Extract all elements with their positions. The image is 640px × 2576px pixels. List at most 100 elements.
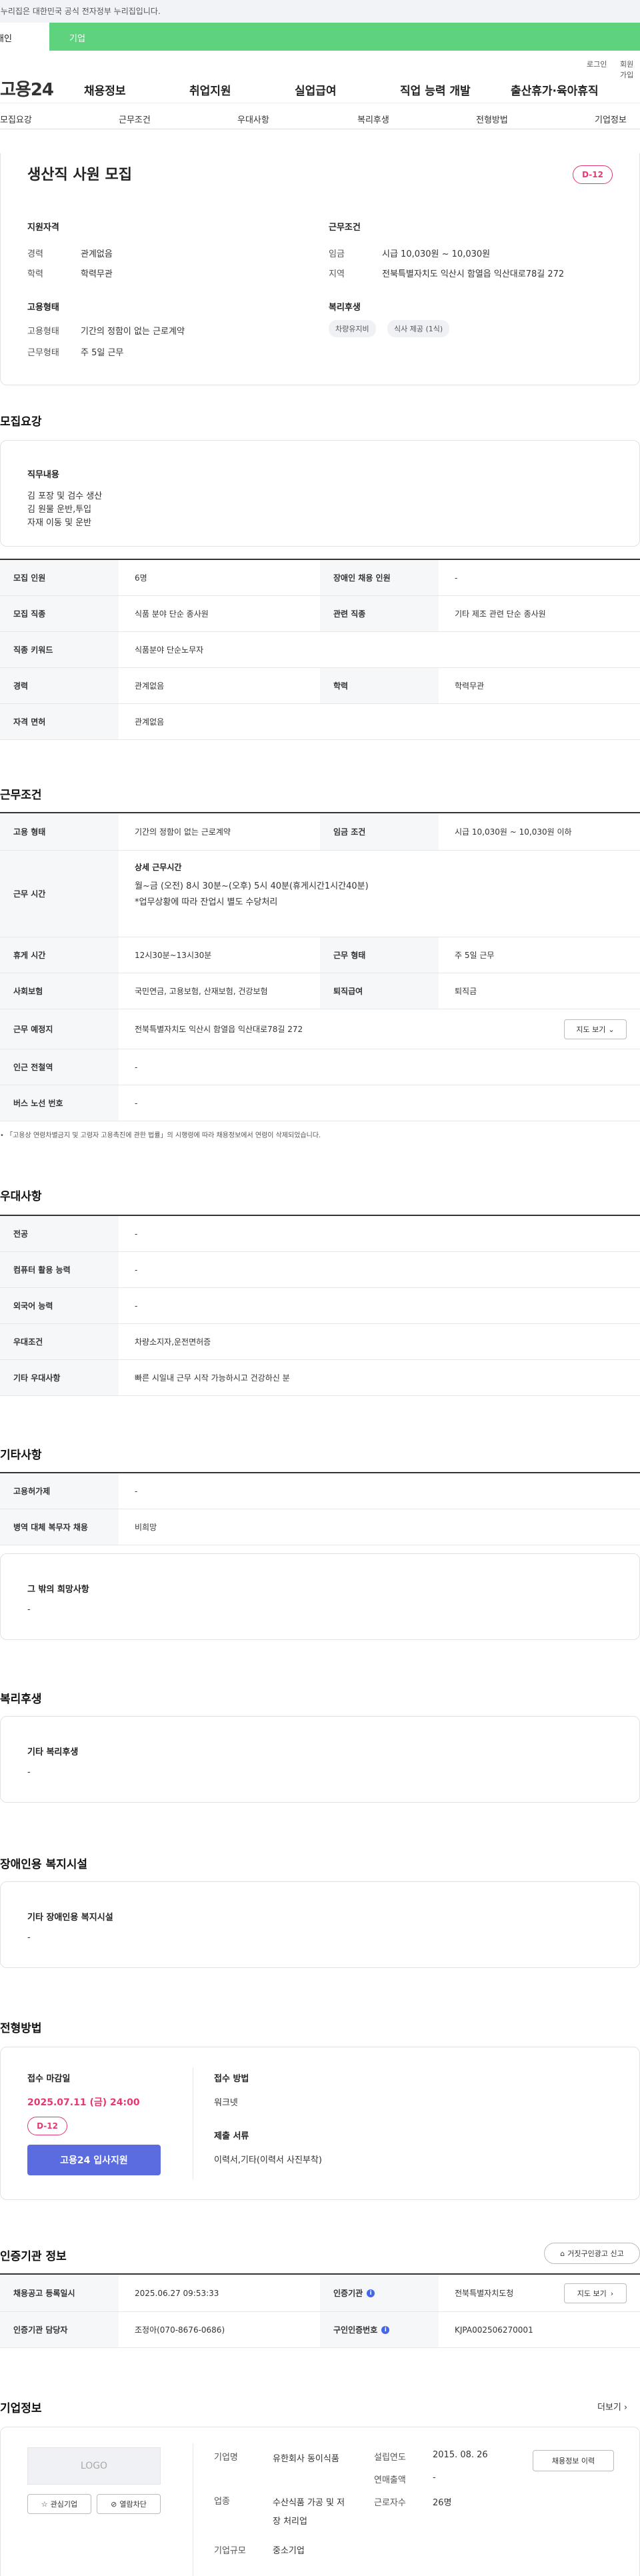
table-row: 자격 면허 관계없음: [0, 704, 640, 740]
snb-item-welfare[interactable]: 복리후생: [357, 113, 389, 125]
gnb-item-jobs[interactable]: 채용정보: [84, 81, 126, 98]
gnb-item-skills[interactable]: 직업 능력 개발: [400, 81, 471, 98]
wage-value: 시급 10,030원 ~ 10,030원: [382, 249, 491, 259]
row-value: 기간의 정함이 없는 근로계약: [135, 827, 231, 837]
table-row: 근무 시간 상세 근무시간 월~금 (오전) 8시 30분~(오후) 5시 40…: [0, 851, 640, 937]
job-history-button[interactable]: 채용정보 이력: [533, 2450, 614, 2471]
method-value: 워크넷: [214, 2098, 238, 2108]
table-row: 전공 -: [0, 1216, 640, 1252]
company-biz-label: 업종: [214, 2497, 230, 2507]
apply-button[interactable]: 고용24 입사지원: [27, 2145, 161, 2175]
row-key: 외국어 능력: [0, 1288, 119, 1323]
row-value: 퇴직금: [455, 987, 477, 996]
snb-item-company[interactable]: 기업정보: [595, 113, 627, 125]
company-logo-text: LOGO: [80, 2461, 108, 2471]
table-row: 병역 대체 복무자 채용 비희망: [0, 1509, 640, 1545]
snb-item-recruit[interactable]: 모집요강: [0, 113, 32, 125]
company-card: LOGO ☆ 관심기업 ⊘ 열람차단 기업명 유한회사 동이식품 업종 수산식품 가…: [0, 2427, 640, 2576]
summary-card: 생산직 사원 모집 D-12 지원자격 경력 관계없음 학력 학력무관 고용형태…: [0, 153, 640, 385]
row-key: 임금 조건: [320, 813, 439, 850]
pref-heading: 우대사항: [0, 1190, 42, 1203]
table-row: 고용허가제 -: [0, 1473, 640, 1509]
block-view-button[interactable]: ⊘ 열람차단: [97, 2494, 161, 2514]
more-link[interactable]: 더보기 ›: [597, 2400, 627, 2413]
duty-title: 직무내용: [27, 470, 59, 480]
docs-value: 이력서,기타(이력서 사진부착): [214, 2155, 322, 2165]
row-key: 구인인증번호 i: [320, 2312, 439, 2347]
work-heading: 근무조건: [0, 789, 42, 802]
row-value: 차량소지자,운전면허증: [135, 1337, 211, 1347]
row-key: 모집 직종: [0, 596, 119, 631]
block-view-label: 열람차단: [119, 2500, 147, 2509]
table-row: 컴퓨터 활용 능력 -: [0, 1252, 640, 1288]
row-value: 학력무관: [455, 681, 485, 691]
gnb-item-leave[interactable]: 출산휴가·육아휴직: [511, 81, 599, 98]
company-sales-label: 연매출액: [374, 2475, 406, 2485]
row-key: 근무 예정지: [0, 1009, 119, 1049]
welfare-chip: 차량유지비: [329, 320, 376, 337]
disab-card-value: -: [27, 1933, 31, 1943]
gnb-item-unemployment-benefit[interactable]: 실업급여: [295, 81, 337, 98]
row-value: 관계없음: [135, 681, 165, 691]
report-icon: ⌂: [560, 2249, 565, 2258]
apply-button-label: 고용24 입사지원: [60, 2155, 128, 2166]
map-button[interactable]: 지도 보기 ›: [564, 2283, 627, 2303]
row-value: 조정아(070-8676-0686): [135, 2325, 225, 2335]
snb-item-process[interactable]: 전형방법: [476, 113, 508, 125]
site-logo[interactable]: 고용24: [0, 76, 54, 101]
company-name-value: 유한회사 동이식품: [273, 2454, 339, 2464]
table-row: 채용공고 등록일시 2025.06.27 09:53:33 인증기관 i 전북특별…: [0, 2275, 640, 2312]
row-key: 병역 대체 복무자 채용: [0, 1509, 119, 1545]
report-button[interactable]: ⌂ 거짓구인광고 신고: [544, 2243, 640, 2264]
company-logo: LOGO: [27, 2447, 161, 2485]
map-button[interactable]: 지도 보기 ⌄: [564, 1019, 627, 1039]
tab-company[interactable]: 기업: [69, 31, 85, 44]
row-key: 우대조건: [0, 1324, 119, 1359]
table-row: 버스 노선 번호 -: [0, 1085, 640, 1121]
company-size-label: 기업규모: [214, 2546, 246, 2556]
row-key-label: 구인인증번호: [333, 2325, 378, 2335]
utility-bar: 로그인 회원가입: [0, 51, 640, 79]
row-key: 고용허가제: [0, 1473, 119, 1509]
row-value: 국민연금, 고용보험, 산재보험, 건강보험: [135, 987, 268, 996]
row-key: 기타 우대사항: [0, 1360, 119, 1395]
row-key: 경력: [0, 668, 119, 703]
row-key-label: 인증기관: [333, 2289, 363, 2298]
row-key: 사회보험: [0, 973, 119, 1009]
cond-title: 근무조건: [329, 223, 361, 233]
worktype-value: 주 5일 근무: [81, 348, 124, 358]
age-note: • 「고용상 연령차별금지 및 고령자 고용촉진에 관한 법률」의 시행령에 따…: [0, 1129, 321, 1139]
other-wish-value: -: [27, 1605, 31, 1615]
snb-item-work[interactable]: 근무조건: [119, 113, 151, 125]
table-row: 모집 직종 식품 분야 단순 종사원 관련 직종 기타 제조 관련 단순 종사원: [0, 596, 640, 632]
welfare-heading: 복리후생: [0, 1693, 42, 1706]
gnb-item-employment-support[interactable]: 취업지원: [189, 81, 231, 98]
row-value: 관계없음: [135, 717, 165, 727]
deadline-label: 접수 마감일: [27, 2074, 71, 2084]
region-label: 지역: [329, 269, 345, 279]
info-icon[interactable]: i: [367, 2289, 375, 2297]
tab-personal[interactable]: 개인: [0, 23, 49, 51]
section-nav: 모집요강 근무조건 우대사항 복리후생 전형방법 기업정보: [0, 103, 640, 129]
row-value: -: [135, 1062, 138, 1072]
row-value: 빠른 시일내 근무 시작 가능하시고 건강하신 분: [135, 1373, 290, 1383]
deadline-value: 2025.07.11 (금) 24:00: [27, 2097, 140, 2108]
table-row: 인근 전철역 -: [0, 1049, 640, 1085]
fav-company-button[interactable]: ☆ 관심기업: [27, 2494, 91, 2514]
welfare-card: 기타 복리후생 -: [0, 1716, 640, 1803]
worktype-label: 근무형태: [27, 348, 59, 358]
row-key: 고용 형태: [0, 813, 119, 850]
snb-item-pref[interactable]: 우대사항: [237, 113, 269, 125]
info-icon[interactable]: i: [381, 2325, 390, 2334]
duty-card: 직무내용 김 포장 및 검수 생산 김 원물 운반,투입 자재 이동 및 운반: [0, 440, 640, 547]
login-link[interactable]: 로그인: [587, 59, 607, 69]
welfare-title: 복리후생: [329, 303, 361, 313]
row-value: 식품분야 단순노무자: [135, 645, 204, 655]
star-icon: ☆: [41, 2499, 48, 2509]
global-nav: 고용24 채용정보 취업지원 실업급여 직업 능력 개발 출산휴가·육아휴직: [0, 73, 640, 103]
row-key: 모집 인원: [0, 560, 119, 595]
edu-value: 학력무관: [81, 269, 113, 279]
table-row: 기타 우대사항 빠른 시일내 근무 시작 가능하시고 건강하신 분: [0, 1360, 640, 1396]
welfare-card-value: -: [27, 1767, 31, 1777]
fav-company-label: 관심기업: [50, 2500, 78, 2509]
